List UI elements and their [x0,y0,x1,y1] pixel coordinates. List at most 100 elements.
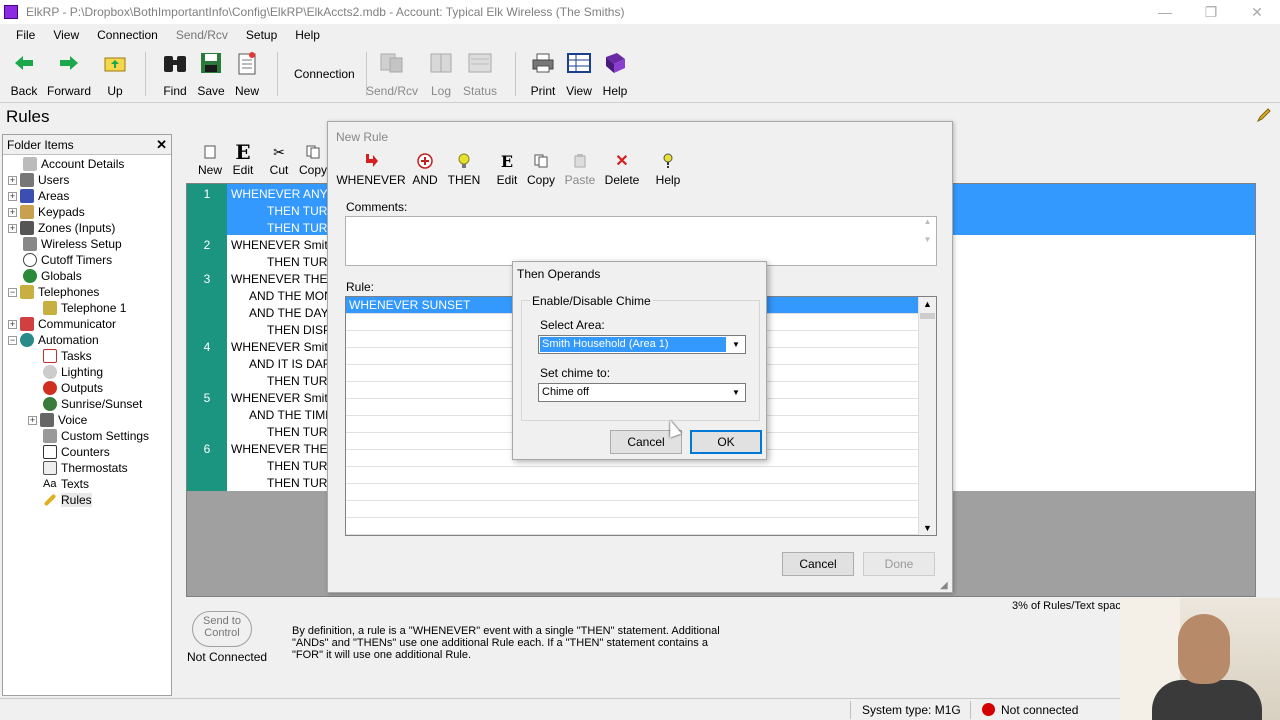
menu-help[interactable]: Help [286,28,329,42]
expand-icon[interactable]: + [8,191,17,201]
rule-line[interactable]: THEN TURN [267,255,336,269]
back-arrow-icon [11,50,37,76]
done-button[interactable]: Done [863,552,935,576]
rule-line[interactable]: AND IT IS DARK [249,357,339,371]
cancel-button[interactable]: Cancel [782,552,854,576]
tree-item-outputs[interactable]: Outputs [43,380,103,396]
resize-grip-icon[interactable]: ◢ [940,580,950,591]
collapse-icon[interactable]: − [8,287,17,297]
tree-item-wireless-setup[interactable]: Wireless Setup [23,236,122,252]
tree-item-custom-settings[interactable]: Custom Settings [43,428,149,444]
tree-item-tasks[interactable]: Tasks [43,348,92,364]
paste-button[interactable]: Paste [558,152,602,187]
close-icon[interactable]: ✕ [156,137,167,153]
page-title: Rules [6,107,50,126]
tree-item-sunrise-sunset[interactable]: Sunrise/Sunset [43,396,142,412]
set-chime-label: Set chime to: [540,366,611,380]
minimize-button[interactable]: — [1142,0,1188,24]
rule-line[interactable]: WHENEVER THE T [231,272,338,286]
help-question-icon [655,152,681,170]
collapse-icon[interactable]: − [8,335,17,345]
tree-item-texts[interactable]: Aa Texts [43,476,89,492]
rule-line[interactable]: WHENEVER Smith [231,340,334,354]
rule-line[interactable]: WHENEVER Smith [231,391,334,405]
chevron-down-icon[interactable]: ▼ [728,337,744,352]
rule-line[interactable]: WHENEVER Smith [231,238,334,252]
tree-item-users[interactable]: + Users [8,172,69,188]
restore-button[interactable]: ❐ [1188,0,1234,24]
tree-item-globals[interactable]: Globals [23,268,82,284]
toolbar-separator [145,52,146,96]
tree-item-voice[interactable]: + Voice [28,412,87,428]
menu-view[interactable]: View [44,28,88,42]
rule-line[interactable]: WHENEVER ANY B [231,187,339,201]
chevron-down-icon[interactable]: ▼ [728,385,744,400]
tree-item-communicator[interactable]: + Communicator [8,316,116,332]
rule-line[interactable]: THEN TURN [267,221,336,235]
scroll-thumb[interactable] [920,313,935,319]
then-button[interactable]: THEN [442,152,486,187]
expand-icon[interactable]: + [8,223,17,233]
connection-button[interactable]: Connection [294,67,355,81]
rule-list-scrollbar[interactable]: ▲ ▼ [918,297,936,535]
rule-line[interactable]: THEN TURN [267,425,336,439]
tree-item-keypads[interactable]: + Keypads [8,204,85,220]
comments-textarea[interactable]: ▲ ▼ [345,216,937,266]
close-button[interactable]: ✕ [1234,0,1280,24]
tree-item-zones[interactable]: + Zones (Inputs) [8,220,115,236]
set-chime-value: Chime off [542,386,589,398]
edit-e-icon: E [235,140,251,164]
rule-line[interactable]: WHENEVER THE T [231,442,338,456]
help-button[interactable]: Help [593,50,637,98]
tree-item-rules[interactable]: Rules [43,492,92,508]
tree-item-account-details[interactable]: Account Details [23,156,124,172]
set-chime-dropdown[interactable]: Chime off ▼ [538,383,746,402]
expand-icon[interactable]: + [28,415,37,425]
up-button[interactable]: Up [93,50,137,98]
tree-item-lighting[interactable]: Lighting [43,364,103,380]
copy-button[interactable]: Copy [519,152,563,187]
back-button[interactable]: Back [2,50,46,98]
tree-item-thermostats[interactable]: Thermostats [43,460,128,476]
scroll-up-icon[interactable]: ▲ [919,297,936,311]
rule-line[interactable]: THEN TURN [267,204,336,218]
rule-line[interactable]: THEN TURN [267,476,336,490]
whenever-button[interactable]: WHENEVER [336,152,406,187]
menu-file[interactable]: File [0,28,44,42]
rule-statement-row[interactable] [346,467,918,484]
status-button[interactable]: Status [458,50,502,98]
red-arrow-icon [358,152,384,170]
rule-line[interactable]: AND THE TIME [249,408,333,422]
send-rcv-button[interactable]: Send/Rcv [366,50,418,98]
rule-statement-row[interactable] [346,518,918,535]
scroll-down-icon[interactable]: ▼ [919,521,936,535]
rule-statement-row[interactable] [346,484,918,501]
select-area-dropdown[interactable]: Smith Household (Area 1) ▼ [538,335,746,354]
expand-icon[interactable]: + [8,319,17,329]
rule-line[interactable]: THEN TURN [267,459,336,473]
dialog-help-button[interactable]: Help [646,152,690,187]
find-label: Find [163,84,187,98]
tree-item-counters[interactable]: Counters [43,444,110,460]
comments-scrollbar[interactable]: ▲ ▼ [919,217,936,265]
binoculars-icon [162,50,188,76]
log-button[interactable]: Log [419,50,463,98]
send-to-control-button[interactable]: Send to Control [192,611,252,647]
and-button[interactable]: AND [403,152,447,187]
ok-button[interactable]: OK [690,430,762,454]
new-button[interactable]: New [225,50,269,98]
rule-line[interactable]: THEN TURN [267,374,336,388]
menu-connection[interactable]: Connection [88,28,167,42]
rule-statement-row[interactable] [346,501,918,518]
tree-item-telephone-1[interactable]: Telephone 1 [43,300,126,316]
tree-item-cutoff-timers[interactable]: Cutoff Timers [23,252,112,268]
menu-send-rcv[interactable]: Send/Rcv [167,28,237,42]
menu-setup[interactable]: Setup [237,28,286,42]
forward-button[interactable]: Forward [47,50,91,98]
tree-item-areas[interactable]: + Areas [8,188,69,204]
expand-icon[interactable]: + [8,207,17,217]
expand-icon[interactable]: + [8,175,17,185]
delete-button[interactable]: ✕ Delete [600,152,644,187]
tree-item-telephones[interactable]: − Telephones [8,284,99,300]
tree-item-automation[interactable]: − Automation [8,332,99,348]
